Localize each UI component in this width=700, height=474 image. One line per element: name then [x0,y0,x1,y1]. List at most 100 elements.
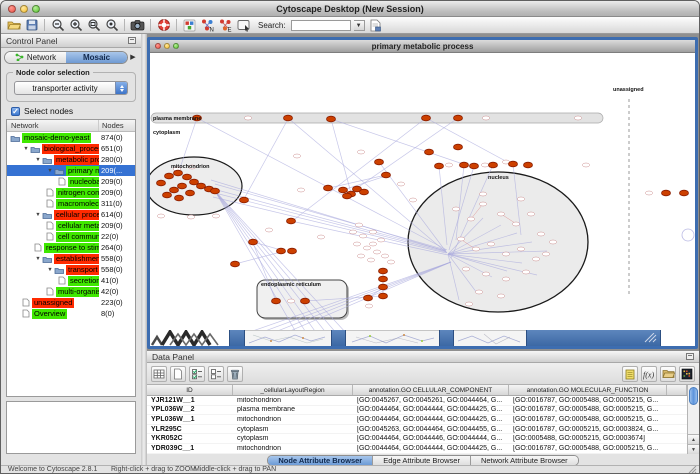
column-header[interactable]: _cellularLayoutRegion [233,385,353,395]
attribute-browser-tab[interactable]: Edge Attribute Browser [373,456,471,465]
tree-row[interactable]: ▼primary metabo209(... [7,165,135,176]
expand-arrow-icon[interactable]: ▼ [34,256,42,262]
table-scrollbar[interactable]: ▲ ▼ [687,385,699,454]
hide-selected-nodes-button[interactable]: N [200,18,215,33]
tree-row[interactable]: secretion41(0) [7,275,135,286]
expand-arrow-icon[interactable]: ▼ [46,267,54,273]
attribute-grid-button[interactable] [151,366,167,382]
tree-row-label: mosaic-demo-yeast [22,133,91,143]
table-row[interactable]: YPL036W__2plasma membrane[GO:0044464, GO… [147,406,687,416]
table-row[interactable]: YPL036W__1mitochondrion[GO:0044464, GO:0… [147,415,687,425]
vizmapper-button[interactable] [182,18,197,33]
unselect-attributes-button[interactable] [208,366,224,382]
attribute-browser-tab[interactable]: Network Attribute Browser [471,456,578,465]
zoom-fit-button[interactable] [86,18,101,33]
search-config-button[interactable] [368,18,383,33]
tree-row[interactable]: ▼metabolic process280(0) [7,154,135,165]
expand-arrow-icon[interactable]: ▼ [34,157,42,163]
column-header[interactable]: ID [147,385,233,395]
table-row[interactable]: YKR052Ccytoplasm[GO:0044464, GO:0044446,… [147,434,687,444]
save-session-button[interactable] [24,18,39,33]
tree-row[interactable]: unassigned223(0) [7,297,135,308]
background-window-border[interactable] [229,330,245,346]
delete-attribute-button[interactable] [227,366,243,382]
zoom-window-button[interactable] [32,5,40,13]
search-dropdown-button[interactable]: ▼ [354,20,365,31]
tab-mosaic[interactable]: Mosaic [66,52,127,63]
tree-row[interactable]: ▼cellular process614(0) [7,209,135,220]
notepad-button[interactable] [622,366,638,382]
network-graph[interactable]: plasma membranecytoplasmmitochondrionnuc… [150,53,695,330]
help-button[interactable] [156,18,171,33]
function-builder-button[interactable]: f(x) [641,366,657,382]
snapshot-button[interactable] [130,18,145,33]
tree-column-nodes[interactable]: Nodes [99,120,135,131]
tree-row[interactable]: ▼biological_process651(0) [7,143,135,154]
window-resize-grip[interactable] [688,466,697,474]
hide-selected-edges-button[interactable]: E [218,18,233,33]
window-titlebar[interactable]: Cytoscape Desktop (New Session) [1,1,699,17]
tree-row-label: Overview [32,309,67,319]
background-window-fragment[interactable] [454,330,526,346]
column-header[interactable]: annotation.GO MOLECULAR_FUNCTION [509,385,667,395]
tree-row[interactable]: nucleobase-209(0) [7,176,135,187]
tree-row[interactable]: multi-organism pro42(0) [7,286,135,297]
network-frame-titlebar[interactable]: primary metabolic process [150,40,695,53]
expand-arrow-icon[interactable]: ▼ [22,146,30,152]
tab-network[interactable]: Network [5,52,66,63]
table-row[interactable]: YJR121W__1mitochondrion[GO:0045267, GO:0… [147,396,687,406]
tree-row[interactable]: ▼establishment of lo558(0) [7,253,135,264]
scroll-down-button[interactable]: ▼ [688,444,699,454]
frame-zoom-button[interactable] [173,43,179,49]
table-row[interactable]: YDR039C__1mitochondrion[GO:0044464, GO:0… [147,444,687,454]
table-cell: YJR121W__1 [147,397,233,404]
select-nodes-option[interactable]: ✓ Select nodes [11,106,73,116]
table-row[interactable]: YLR295Ccytoplasm[GO:0045263, GO:0044464,… [147,425,687,435]
attribute-browser-tab[interactable]: Node Attribute Browser [268,456,373,465]
tab-overflow-arrow[interactable]: ▶ [128,53,138,61]
tree-row[interactable]: ▼transport558(0) [7,264,135,275]
background-window-border[interactable] [439,330,454,346]
tree-row[interactable]: mosaic-demo-yeast 874(0) [7,132,135,143]
tree-row[interactable]: nitrogen compo209(0) [7,187,135,198]
tree-row[interactable]: Overview8(0) [7,308,135,319]
background-window-border[interactable] [331,330,346,346]
network-canvas[interactable]: plasma membranecytoplasmmitochondrionnuc… [150,53,695,330]
minimize-button[interactable] [20,5,28,13]
expand-arrow-icon[interactable]: ▼ [46,168,54,174]
search-input[interactable] [291,20,351,31]
tree-row-count: 874(0) [99,133,135,142]
expand-arrow-icon[interactable]: ▼ [34,212,42,218]
scrollbar-thumb[interactable] [689,387,698,405]
background-window-fragment[interactable] [245,330,331,346]
float-panel-icon[interactable] [686,353,694,360]
background-window-border[interactable] [526,330,661,346]
zoom-selected-button[interactable] [104,18,119,33]
matrix-view-button[interactable] [679,366,695,382]
background-window-fragment[interactable] [346,330,439,346]
column-header[interactable]: annotation.GO CELLULAR_COMPONENT [353,385,509,395]
float-panel-icon[interactable] [128,37,136,44]
select-attributes-button[interactable] [189,366,205,382]
birds-eye-view[interactable] [6,401,136,454]
tree-column-network[interactable]: Network [7,120,99,131]
create-attribute-button[interactable] [170,366,186,382]
zoom-out-button[interactable] [50,18,65,33]
tree-row[interactable]: macromolecule311(0) [7,198,135,209]
zoom-in-button[interactable] [68,18,83,33]
node-color-dropdown[interactable]: transporter activity [14,81,128,95]
tree-row[interactable]: cellular metabol209(0) [7,220,135,231]
background-window-fragment[interactable] [150,330,229,346]
import-attributes-button[interactable] [660,366,676,382]
tree-row[interactable]: response to stimulu264(0) [7,242,135,253]
import-folder-icon [662,368,675,379]
close-button[interactable] [8,5,16,13]
frame-minimize-button[interactable] [164,43,170,49]
scroll-up-button[interactable]: ▲ [688,434,699,444]
select-nodes-checkbox[interactable]: ✓ [11,107,20,116]
open-session-button[interactable] [6,18,21,33]
tree-row[interactable]: cell communicat22(0) [7,231,135,242]
annotation-button[interactable] [236,18,251,33]
toolbar-separator [176,19,177,31]
frame-close-button[interactable] [155,43,161,49]
